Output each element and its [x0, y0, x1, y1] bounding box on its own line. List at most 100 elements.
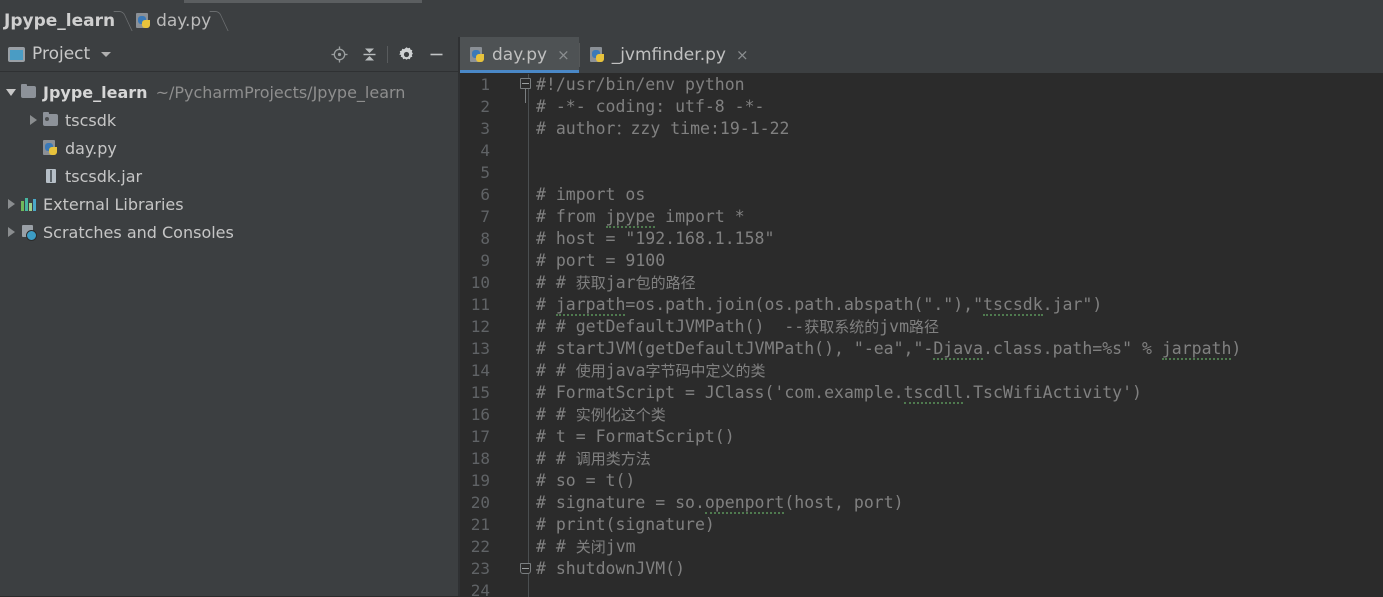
code-text: # -*- coding: utf-8 -*-	[536, 97, 765, 116]
code-line[interactable]: 2 # -*- coding: utf-8 -*-	[460, 96, 1383, 118]
code-line[interactable]: 1 #!/usr/bin/env python	[460, 74, 1383, 103]
close-icon[interactable]: ×	[557, 47, 570, 63]
code-text: #!/usr/bin/env python	[536, 75, 745, 94]
chevron-right-icon[interactable]	[24, 106, 42, 134]
code-editor[interactable]: 1 #!/usr/bin/env python 2 # -*- coding: utf…	[460, 74, 1383, 597]
code-line[interactable]: 16 # # 实例化这个类	[460, 404, 1383, 426]
code-line[interactable]: 14 # # 使用java字节码中定义的类	[460, 360, 1383, 382]
line-number: 13	[470, 339, 490, 358]
code-text: # jarpath=os.path.join(os.path.abspath("…	[536, 295, 1103, 316]
code-text: # host = "192.168.1.158"	[536, 229, 775, 248]
jar-file-icon	[42, 167, 60, 185]
project-tree: Jpype_learn ~/PycharmProjects/Jpype_learn…	[0, 72, 458, 246]
tree-node-label: External Libraries	[43, 194, 184, 214]
fold-start-icon[interactable]	[518, 74, 532, 103]
line-number: 1	[480, 75, 490, 94]
code-line[interactable]: 7 # from jpype import *	[460, 206, 1383, 228]
code-line[interactable]: 9 # port = 9100	[460, 250, 1383, 272]
editor-tab-day-py[interactable]: day.py ×	[460, 37, 579, 73]
code-line[interactable]: 11 # jarpath=os.path.join(os.path.abspath…	[460, 294, 1383, 316]
line-number: 21	[470, 515, 490, 534]
code-line[interactable]: 5	[460, 162, 1383, 184]
project-tool-window: Project Jpype_learn ~/PycharmProjects/Jp…	[0, 37, 458, 596]
python-file-icon	[589, 47, 606, 63]
code-line[interactable]: 21 # print(signature)	[460, 514, 1383, 536]
tab-bar-empty-space	[757, 37, 1383, 73]
python-file-icon	[136, 13, 152, 29]
project-panel-header: Project	[0, 37, 458, 72]
scratches-icon	[20, 223, 38, 241]
tree-node-label: tscsdk	[65, 110, 117, 130]
locate-icon[interactable]	[324, 39, 354, 69]
source-folder-icon	[42, 111, 60, 129]
code-line[interactable]: 10 # # 获取jar包的路径	[460, 272, 1383, 294]
line-number: 9	[480, 251, 490, 270]
code-text: # # 使用java字节码中定义的类	[536, 361, 766, 380]
code-line[interactable]: 4	[460, 140, 1383, 162]
editor-tab--jvmfinder-py[interactable]: _jvmfinder.py ×	[579, 37, 758, 73]
line-number: 2	[480, 97, 490, 116]
breadcrumb-label: day.py	[156, 11, 212, 31]
chevron-down-icon[interactable]	[101, 51, 112, 57]
code-text: # port = 9100	[536, 251, 666, 270]
breadcrumb-separator-icon	[213, 5, 226, 37]
line-number: 11	[470, 295, 490, 314]
tree-node-path: ~/PycharmProjects/Jpype_learn	[155, 82, 406, 102]
code-text: # # 关闭jvm	[536, 537, 636, 556]
code-line[interactable]: 12 # # getDefaultJVMPath() --获取系统的jvm路径	[460, 316, 1383, 338]
close-icon[interactable]: ×	[736, 47, 749, 63]
breadcrumb-item-file[interactable]: day.py	[130, 5, 213, 37]
line-number: 24	[470, 581, 490, 597]
code-line[interactable]: 15 # FormatScript = JClass('com.example.t…	[460, 382, 1383, 404]
project-panel-title-group[interactable]: Project	[0, 44, 112, 64]
chevron-right-icon[interactable]	[2, 190, 20, 218]
code-line[interactable]: 17 # t = FormatScript()	[460, 426, 1383, 448]
editor-tab-bar: day.py × _jvmfinder.py ×	[460, 37, 1383, 74]
editor-area: day.py × _jvmfinder.py × 1 #!/usr/bin/env py…	[460, 37, 1383, 597]
code-line[interactable]: 8 # host = "192.168.1.158"	[460, 228, 1383, 250]
line-number: 4	[480, 141, 490, 160]
tree-node-tscsdk-jar[interactable]: tscsdk.jar	[0, 162, 458, 190]
code-line[interactable]: 24	[460, 580, 1383, 597]
code-text: # # 调用类方法	[536, 449, 651, 468]
line-number: 22	[470, 537, 490, 556]
code-text: # signature = so.openport(host, port)	[536, 493, 904, 514]
tree-node-label: Scratches and Consoles	[43, 222, 234, 242]
code-text: # from jpype import *	[536, 207, 745, 228]
minimize-icon[interactable]	[421, 39, 451, 69]
line-number: 16	[470, 405, 490, 424]
line-number: 8	[480, 229, 490, 248]
code-line[interactable]: 18 # # 调用类方法	[460, 448, 1383, 470]
chevron-down-icon[interactable]	[2, 78, 20, 106]
tree-node-scratches-and-consoles[interactable]: Scratches and Consoles	[0, 218, 458, 246]
tree-node-external-libraries[interactable]: External Libraries	[0, 190, 458, 218]
python-file-icon	[470, 47, 486, 63]
code-text: # shutdownJVM()	[536, 559, 686, 578]
code-line[interactable]: 13 # startJVM(getDefaultJVMPath(), "-ea",…	[460, 338, 1383, 360]
chevron-right-icon[interactable]	[2, 218, 20, 246]
code-text: # author：zzy time:19-1-22	[536, 119, 790, 138]
breadcrumb-separator-icon	[117, 5, 130, 37]
code-line[interactable]: 6 # import os	[460, 184, 1383, 206]
code-line[interactable]: 19 # so = t()	[460, 470, 1383, 492]
gear-icon[interactable]	[391, 39, 421, 69]
code-line[interactable]: 20 # signature = so.openport(host, port)	[460, 492, 1383, 514]
code-line[interactable]: 23 # shutdownJVM()	[460, 558, 1383, 580]
editor-tab-label: day.py	[492, 45, 548, 65]
collapse-all-icon[interactable]	[354, 39, 384, 69]
line-number: 3	[480, 119, 490, 138]
code-line[interactable]: 22 # # 关闭jvm	[460, 536, 1383, 558]
breadcrumb-item-project[interactable]: Jpype_learn	[0, 5, 117, 37]
libraries-icon	[20, 195, 38, 213]
code-text: # # 实例化这个类	[536, 405, 666, 424]
editor-tab-label: _jvmfinder.py	[611, 45, 726, 65]
tree-node-tscsdk[interactable]: tscsdk	[0, 106, 458, 134]
code-line[interactable]: 3 # author：zzy time:19-1-22	[460, 118, 1383, 140]
toolbar-remnant-highlight	[184, 0, 422, 3]
project-window-icon	[8, 46, 25, 62]
tree-node-day-py[interactable]: day.py	[0, 134, 458, 162]
tree-node-jpype-learn[interactable]: Jpype_learn ~/PycharmProjects/Jpype_learn	[0, 78, 458, 106]
fold-end-icon[interactable]	[518, 558, 532, 580]
breadcrumb-label: Jpype_learn	[4, 11, 116, 31]
